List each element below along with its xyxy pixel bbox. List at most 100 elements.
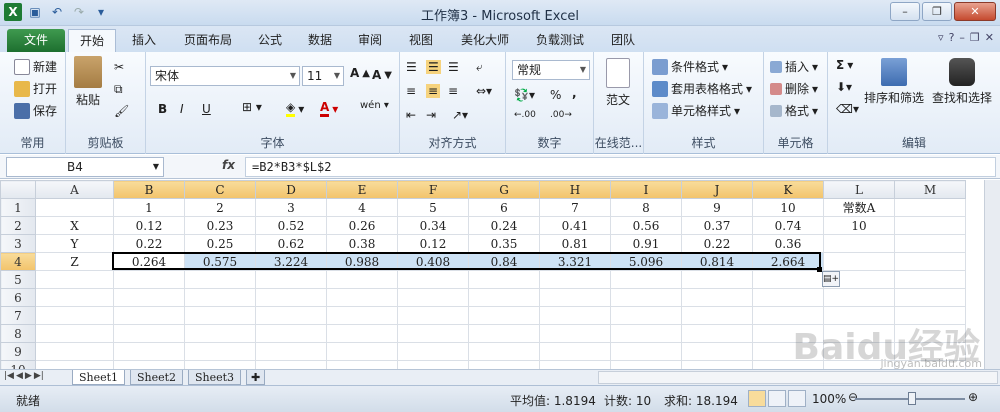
phonetic-icon[interactable]: wén ▾	[360, 100, 389, 111]
cell[interactable]	[35, 342, 114, 361]
column-header[interactable]: E	[326, 180, 398, 199]
cell[interactable]: 5	[397, 198, 469, 217]
cell[interactable]	[610, 324, 682, 343]
align-middle-icon[interactable]: ☰	[426, 60, 441, 74]
cell[interactable]: 0.62	[255, 234, 327, 253]
cell[interactable]	[397, 324, 469, 343]
decrease-indent-icon[interactable]: ⇤	[406, 108, 416, 122]
cell[interactable]	[255, 288, 327, 307]
cell[interactable]: 4	[326, 198, 398, 217]
workbook-restore-icon[interactable]: ❐	[970, 31, 980, 44]
cell[interactable]: 0.12	[397, 234, 469, 253]
cell[interactable]: 0.26	[326, 216, 398, 235]
paste-button[interactable]: 粘贴	[74, 56, 102, 108]
cell[interactable]	[35, 198, 114, 217]
tab-review[interactable]: 审阅	[350, 29, 390, 52]
column-header[interactable]: B	[113, 180, 185, 199]
wrap-text-icon[interactable]: ⤶	[476, 60, 483, 75]
help-icon[interactable]: ?	[949, 31, 955, 44]
cell[interactable]: 0.74	[752, 216, 824, 235]
tab-insert[interactable]: 插入	[122, 29, 166, 52]
cell[interactable]	[326, 288, 398, 307]
cell[interactable]	[823, 234, 895, 253]
cell[interactable]: 8	[610, 198, 682, 217]
insert-cells-button[interactable]: 插入 ▾	[770, 58, 818, 75]
column-header[interactable]: D	[255, 180, 327, 199]
cell[interactable]: 0.52	[255, 216, 327, 235]
select-all-corner[interactable]	[0, 180, 36, 199]
cell[interactable]	[894, 288, 966, 307]
delete-cells-button[interactable]: 删除 ▾	[770, 80, 818, 97]
cell[interactable]	[255, 324, 327, 343]
row-header[interactable]: 6	[0, 288, 36, 307]
cell[interactable]	[539, 288, 611, 307]
column-header[interactable]: H	[539, 180, 611, 199]
cell[interactable]	[681, 270, 753, 289]
column-header[interactable]: I	[610, 180, 682, 199]
align-right-icon[interactable]: ≡	[448, 84, 458, 98]
cell[interactable]: 10	[752, 198, 824, 217]
italic-button[interactable]: I	[180, 102, 184, 116]
normal-view-icon[interactable]	[748, 390, 766, 407]
zoom-slider-handle[interactable]	[908, 392, 916, 405]
cell[interactable]: 7	[539, 198, 611, 217]
align-left-icon[interactable]: ≡	[406, 84, 416, 98]
cell[interactable]	[35, 288, 114, 307]
zoom-out-icon[interactable]: ⊖	[848, 390, 858, 404]
cell[interactable]: 0.22	[113, 234, 185, 253]
cell[interactable]: 0.35	[468, 234, 540, 253]
copy-icon[interactable]: ⧉	[114, 82, 123, 97]
grow-font-icon[interactable]: A ▲	[350, 66, 370, 80]
cell[interactable]: X	[35, 216, 114, 235]
tab-team[interactable]: 团队	[603, 29, 643, 52]
increase-indent-icon[interactable]: ⇥	[426, 108, 436, 122]
cell[interactable]	[184, 342, 256, 361]
new-button[interactable]: 新建	[14, 58, 57, 75]
template-button[interactable]: 范文	[606, 58, 630, 108]
minimize-icon[interactable]: –	[890, 2, 920, 21]
conditional-format-button[interactable]: 条件格式 ▾	[652, 58, 728, 75]
zoom-level[interactable]: 100%	[812, 392, 846, 406]
cell[interactable]	[610, 270, 682, 289]
cell[interactable]	[113, 324, 185, 343]
cell[interactable]	[35, 324, 114, 343]
cell[interactable]: Z	[35, 252, 114, 271]
tab-page-layout[interactable]: 页面布局	[175, 29, 241, 52]
tab-formulas[interactable]: 公式	[250, 29, 290, 52]
cell[interactable]: 常数A	[823, 198, 895, 217]
name-box[interactable]: B4 ▼	[6, 157, 164, 177]
column-header[interactable]: G	[468, 180, 540, 199]
merge-center-icon[interactable]: ⇔▾	[476, 84, 492, 98]
cell[interactable]	[539, 324, 611, 343]
row-header[interactable]: 8	[0, 324, 36, 343]
cell[interactable]: 0.23	[184, 216, 256, 235]
cell[interactable]	[35, 306, 114, 325]
cell[interactable]: 0.56	[610, 216, 682, 235]
cell[interactable]	[184, 288, 256, 307]
clear-icon[interactable]: ⌫▾	[836, 102, 859, 116]
cell[interactable]: 0.81	[539, 234, 611, 253]
cell[interactable]	[468, 306, 540, 325]
cell[interactable]: 9	[681, 198, 753, 217]
cell[interactable]	[113, 306, 185, 325]
cell[interactable]	[255, 342, 327, 361]
cell[interactable]: 0.36	[752, 234, 824, 253]
cell[interactable]	[894, 270, 966, 289]
font-color-icon[interactable]: A ▾	[320, 100, 338, 117]
cell[interactable]: 10	[823, 216, 895, 235]
cell[interactable]	[113, 270, 185, 289]
cell[interactable]	[255, 306, 327, 325]
column-header[interactable]: A	[35, 180, 114, 199]
cell[interactable]	[610, 342, 682, 361]
cell[interactable]	[539, 342, 611, 361]
sheet-tab-sheet3[interactable]: Sheet3	[188, 370, 242, 385]
cell[interactable]: 0.91	[610, 234, 682, 253]
formula-input[interactable]: =B2*B3*$L$2	[245, 157, 996, 177]
save-button[interactable]: 保存	[14, 102, 57, 119]
cell[interactable]	[397, 342, 469, 361]
column-header[interactable]: F	[397, 180, 469, 199]
tab-file[interactable]: 文件	[7, 29, 65, 52]
quick-analysis-icon[interactable]: ▤+	[822, 271, 840, 287]
underline-button[interactable]: U	[202, 102, 211, 116]
number-format-select[interactable]: 常规 ▼	[512, 60, 590, 80]
